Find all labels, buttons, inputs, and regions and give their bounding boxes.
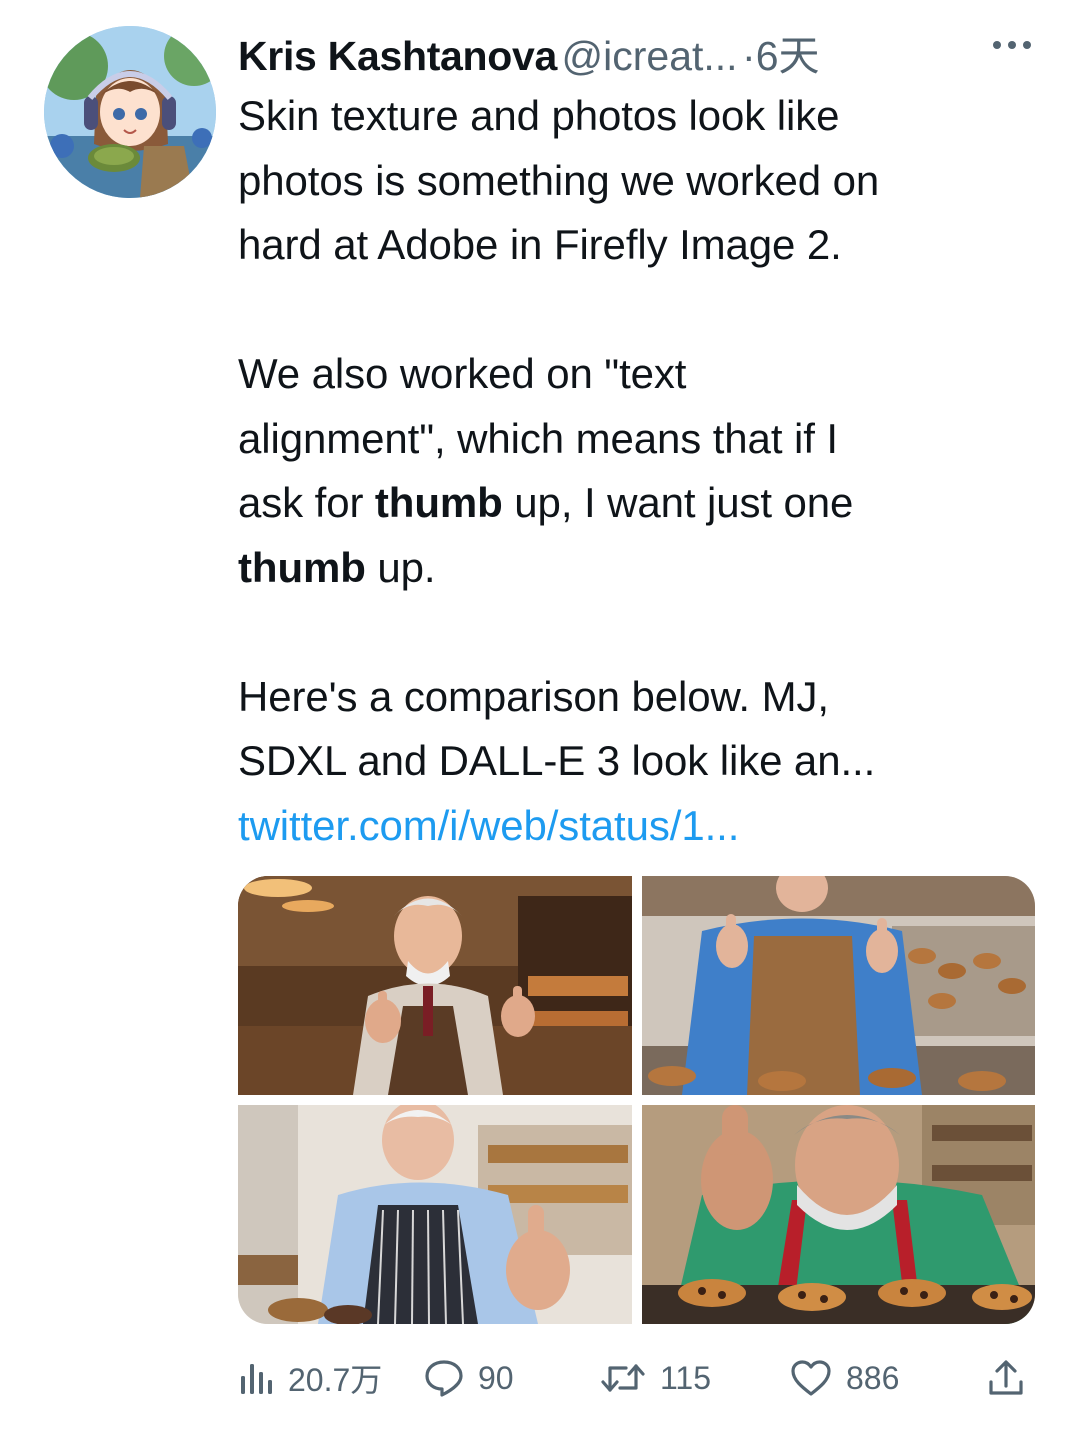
status-link[interactable]: twitter.com/i/web/status/1... bbox=[238, 794, 1038, 859]
retweet-count: 115 bbox=[660, 1359, 712, 1396]
baker-thumbs-up-photo[interactable] bbox=[238, 1105, 632, 1324]
like-button[interactable]: 886 bbox=[790, 1348, 899, 1408]
retweet-button[interactable]: 115 bbox=[600, 1348, 711, 1408]
share-button[interactable] bbox=[986, 1348, 1026, 1408]
tweet-header: Kris Kashtanova @icreat... ·6天 bbox=[238, 22, 1038, 79]
author-handle[interactable]: @icreat... bbox=[562, 33, 738, 79]
reply-count: 90 bbox=[478, 1359, 514, 1396]
text-line: thumb up. bbox=[238, 536, 1038, 601]
views-count: 20.7万 bbox=[288, 1362, 383, 1398]
heart-icon bbox=[790, 1359, 832, 1397]
text-line: photos is something we worked on bbox=[238, 156, 880, 204]
baker-thumbs-up-photo[interactable] bbox=[642, 876, 1035, 1095]
baker-thumbs-up-photo[interactable] bbox=[642, 1105, 1035, 1324]
share-icon bbox=[986, 1358, 1026, 1398]
author-name[interactable]: Kris Kashtanova bbox=[238, 33, 557, 79]
more-icon[interactable] bbox=[990, 38, 1034, 52]
text-fragment: up, I want just one bbox=[502, 479, 854, 526]
action-bar: 20.7万 90 115 886 bbox=[238, 1348, 1038, 1408]
text-line: Skin texture and photos look like bbox=[238, 92, 840, 139]
views-button[interactable]: 20.7万 bbox=[238, 1348, 382, 1408]
tweet-text: Skin texture and photos look like photos… bbox=[238, 84, 1038, 858]
separator-dot: · bbox=[742, 33, 756, 79]
like-count: 886 bbox=[846, 1359, 900, 1396]
text-fragment: ask for bbox=[238, 479, 375, 526]
baker-thumbs-up-photo[interactable] bbox=[238, 876, 632, 1095]
reply-icon bbox=[424, 1358, 464, 1398]
text-line: ask for thumb up, I want just one bbox=[238, 471, 1038, 536]
bold-word: thumb bbox=[374, 479, 503, 526]
text-fragment: up. bbox=[365, 543, 436, 591]
views-icon bbox=[238, 1360, 274, 1396]
text-line: hard at Adobe in Firefly Image 2. bbox=[238, 221, 842, 268]
text-line: alignment", which means that if I bbox=[238, 414, 838, 462]
text-line: SDXL and DALL-E 3 look like an... bbox=[238, 737, 876, 784]
bold-word: thumb bbox=[238, 543, 366, 591]
text-line: We also worked on "text bbox=[238, 350, 687, 397]
reply-button[interactable]: 90 bbox=[424, 1348, 514, 1408]
avatar[interactable] bbox=[44, 26, 216, 198]
media-grid bbox=[238, 876, 1035, 1324]
text-line: Here's a comparison below. MJ, bbox=[238, 672, 829, 720]
timestamp[interactable]: 6天 bbox=[756, 33, 820, 79]
retweet-icon bbox=[600, 1360, 646, 1396]
